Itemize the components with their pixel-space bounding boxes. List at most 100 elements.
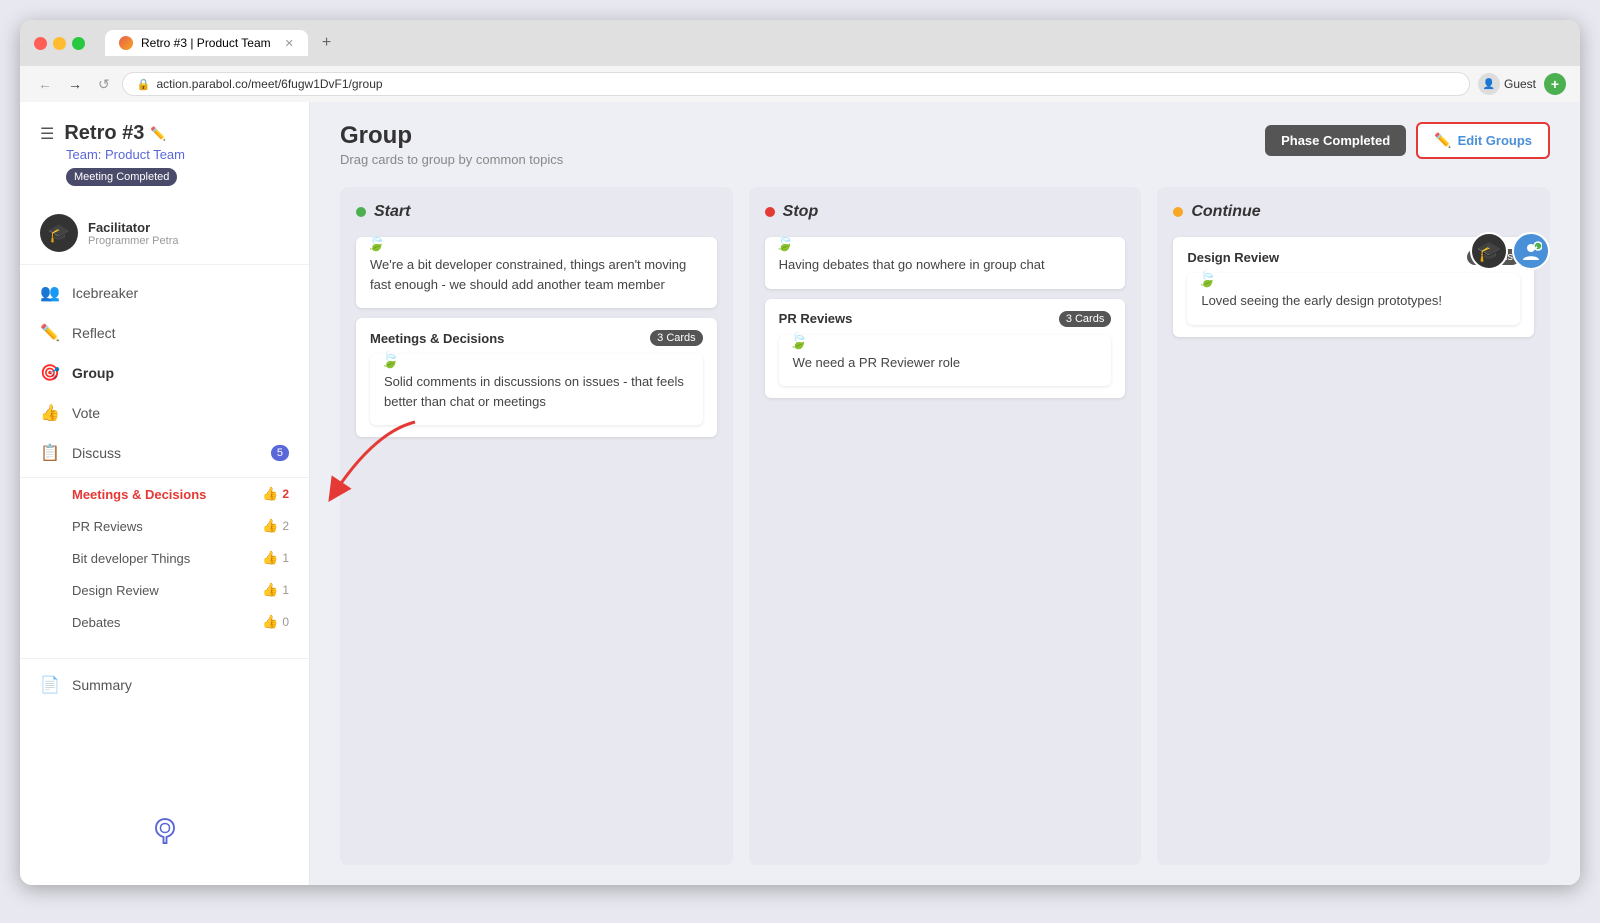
stop-group-pr: PR Reviews 3 Cards 🍃 We need a PR Review…	[765, 299, 1126, 399]
user-avatars: 🎓 +	[1470, 232, 1550, 270]
stop-group-header: PR Reviews 3 Cards	[779, 311, 1112, 327]
minimize-window-btn[interactable]	[53, 37, 66, 50]
column-stop-header: Stop	[765, 203, 1126, 221]
reflect-label: Reflect	[72, 325, 116, 341]
maximize-window-btn[interactable]	[72, 37, 85, 50]
browser-tab[interactable]: Retro #3 | Product Team ✕	[105, 30, 308, 56]
discuss-label: Discuss	[72, 445, 121, 461]
facilitator-row: 🎓 Facilitator Programmer Petra	[20, 202, 309, 265]
discuss-icon: 📋	[40, 443, 60, 463]
design-votes: 1	[282, 583, 289, 597]
discuss-item-meetings[interactable]: Meetings & Decisions 👍 2	[20, 478, 309, 510]
retro-title: Retro #3	[64, 122, 144, 145]
refresh-button[interactable]: ↺	[94, 74, 114, 95]
meetings-label: Meetings & Decisions	[72, 487, 206, 502]
address-bar[interactable]: 🔒 action.parabol.co/meet/6fugw1DvF1/grou…	[122, 72, 1470, 96]
facilitator-name: Facilitator	[88, 220, 178, 235]
edit-groups-icon: ✏️	[1434, 132, 1451, 149]
sidebar-item-reflect[interactable]: ✏️ Reflect	[20, 313, 309, 353]
stop-title: Stop	[783, 203, 819, 221]
browser-titlebar: Retro #3 | Product Team ✕ +	[20, 20, 1580, 66]
group-label: Group	[72, 365, 114, 381]
column-continue-header: Continue	[1173, 203, 1534, 221]
design-card-leaf: 🍃	[1197, 269, 1217, 289]
close-window-btn[interactable]	[34, 37, 47, 50]
user-avatar-2[interactable]: +	[1512, 232, 1550, 270]
start-dot	[356, 207, 366, 217]
summary-icon: 📄	[40, 675, 60, 695]
traffic-lights	[34, 37, 85, 50]
start-group-meetings: Meetings & Decisions 3 Cards 🍃 Solid com…	[356, 318, 717, 437]
meetings-card-text: Solid comments in discussions on issues …	[384, 374, 684, 409]
edit-title-icon[interactable]: ✏️	[150, 126, 166, 142]
continue-dot	[1173, 207, 1183, 217]
bit-votes: 1	[282, 551, 289, 565]
lock-icon: 🔒	[137, 78, 151, 91]
pr-group-title: PR Reviews	[779, 311, 853, 326]
sidebar-item-summary[interactable]: 📄 Summary	[20, 658, 309, 705]
reflect-icon: ✏️	[40, 323, 60, 343]
icebreaker-label: Icebreaker	[72, 285, 138, 301]
main-content: Group Drag cards to group by common topi…	[310, 102, 1580, 885]
edit-groups-button[interactable]: ✏️ Edit Groups	[1416, 122, 1550, 159]
sidebar-header: ☰ Retro #3 ✏️ Team: Product Team Meeting…	[20, 122, 309, 202]
discuss-badge: 5	[271, 445, 289, 461]
continue-title: Continue	[1191, 203, 1260, 221]
guest-button[interactable]: 👤 Guest	[1478, 73, 1536, 95]
start-card-1: 🍃 We're a bit developer constrained, thi…	[356, 237, 717, 308]
team-label: Team: Product Team	[40, 147, 289, 162]
user-avatar-1[interactable]: 🎓	[1470, 232, 1508, 270]
pr-card-leaf: 🍃	[789, 331, 809, 351]
sidebar-item-vote[interactable]: 👍 Vote	[20, 393, 309, 433]
debates-label: Debates	[72, 615, 120, 630]
pr-group-badge: 3 Cards	[1059, 311, 1112, 327]
page-subtitle: Drag cards to group by common topics	[340, 152, 563, 167]
sidebar-item-group[interactable]: 🎯 Group	[20, 353, 309, 393]
thumbs-icon-debates: 👍	[262, 614, 278, 630]
column-start: Start 🍃 We're a bit developer constraine…	[340, 187, 733, 865]
new-tab-button[interactable]: +	[322, 34, 331, 52]
meetings-card-leaf: 🍃	[380, 350, 400, 370]
browser-actions: 👤 Guest +	[1478, 73, 1566, 95]
thumbs-icon-design: 👍	[262, 582, 278, 598]
debates-votes: 0	[282, 615, 289, 629]
discuss-item-design-review[interactable]: Design Review 👍 1	[20, 574, 309, 606]
browser-toolbar: ← → ↺ 🔒 action.parabol.co/meet/6fugw1DvF…	[20, 66, 1580, 102]
discuss-item-debates[interactable]: Debates 👍 0	[20, 606, 309, 638]
meetings-group-title: Meetings & Decisions	[370, 331, 504, 346]
sidebar-item-discuss[interactable]: 📋 Discuss 5	[20, 433, 309, 473]
sidebar: ☰ Retro #3 ✏️ Team: Product Team Meeting…	[20, 102, 310, 885]
column-start-header: Start	[356, 203, 717, 221]
stop-card-1: 🍃 Having debates that go nowhere in grou…	[765, 237, 1126, 289]
guest-avatar-icon: 👤	[1478, 73, 1500, 95]
main-header: Group Drag cards to group by common topi…	[310, 102, 1580, 177]
discuss-item-pr-reviews[interactable]: PR Reviews 👍 2	[20, 510, 309, 542]
column-continue: Continue Design Review 2 Cards 🍃 Loved s…	[1157, 187, 1550, 865]
tab-close-btn[interactable]: ✕	[285, 37, 294, 50]
extension-icon[interactable]: +	[1544, 73, 1566, 95]
hamburger-icon[interactable]: ☰	[40, 124, 54, 144]
facilitator-avatar: 🎓	[40, 214, 78, 252]
group-icon: 🎯	[40, 363, 60, 383]
edit-groups-label: Edit Groups	[1458, 133, 1532, 148]
sidebar-item-icebreaker[interactable]: 👥 Icebreaker	[20, 273, 309, 313]
summary-label: Summary	[72, 677, 132, 693]
meeting-badge: Meeting Completed	[66, 168, 177, 186]
meetings-group-card: 🍃 Solid comments in discussions on issue…	[370, 354, 703, 425]
pr-votes: 2	[282, 519, 289, 533]
meetings-votes: 2	[282, 487, 289, 501]
stop-dot	[765, 207, 775, 217]
thumbs-icon-bit: 👍	[262, 550, 278, 566]
vote-icon: 👍	[40, 403, 60, 423]
phase-completed-button[interactable]: Phase Completed	[1265, 125, 1406, 156]
pr-group-card: 🍃 We need a PR Reviewer role	[779, 335, 1112, 387]
pr-card-text: We need a PR Reviewer role	[793, 355, 960, 370]
thumbs-icon-meetings: 👍	[262, 486, 278, 502]
back-button[interactable]: ←	[34, 74, 56, 94]
stop-card-1-leaf: 🍃	[775, 233, 795, 253]
discuss-item-bit-dev[interactable]: Bit developer Things 👍 1	[20, 542, 309, 574]
nav-items: 👥 Icebreaker ✏️ Reflect 🎯 Group 👍 Vote 📋	[20, 265, 309, 797]
tab-favicon	[119, 36, 133, 50]
vote-label: Vote	[72, 405, 100, 421]
forward-button[interactable]: →	[64, 74, 86, 94]
